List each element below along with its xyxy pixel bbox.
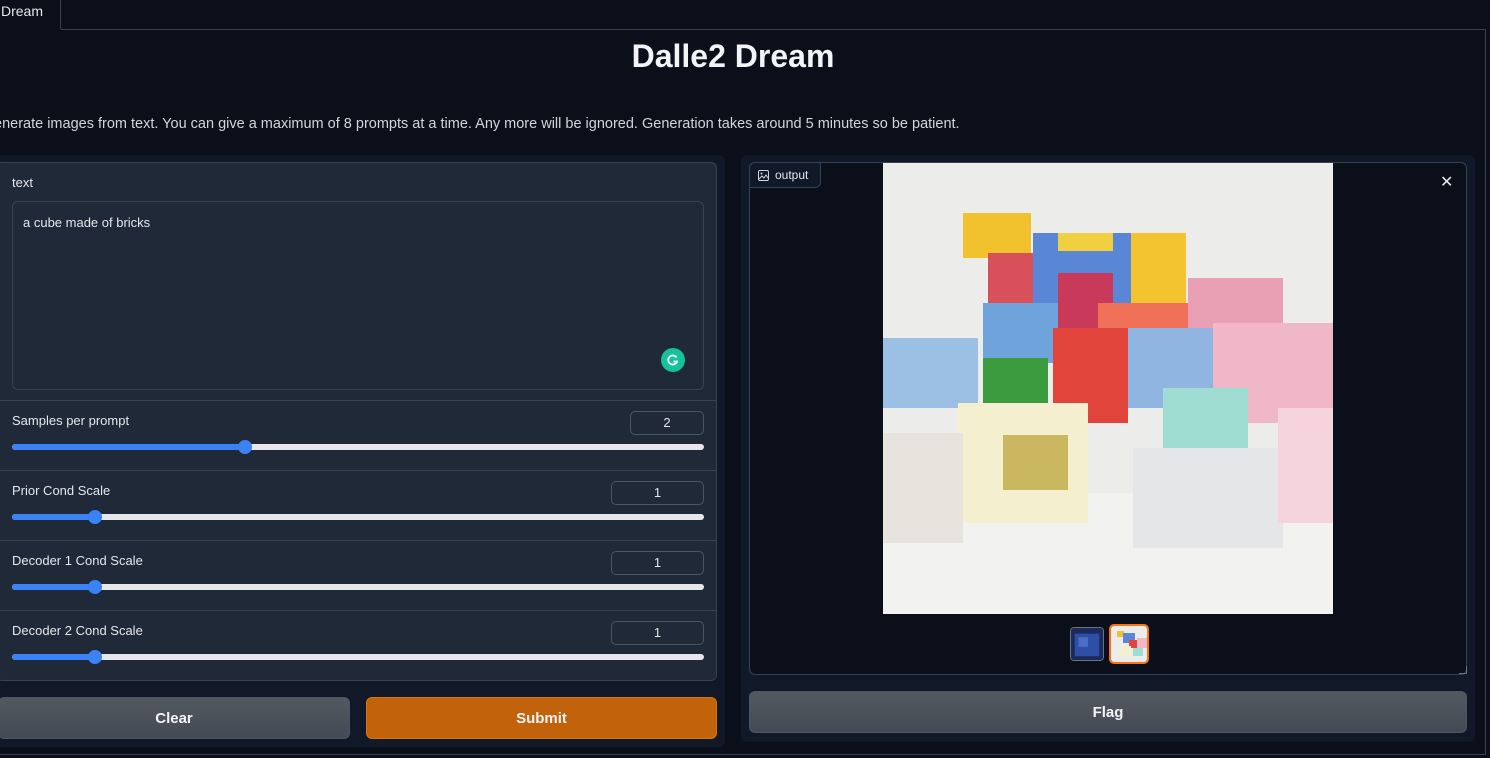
close-icon[interactable]: ✕ bbox=[1440, 172, 1453, 192]
samples-slider[interactable] bbox=[12, 440, 704, 454]
decoder1-number-input[interactable]: 1 bbox=[611, 551, 704, 575]
slider-fill bbox=[12, 444, 245, 450]
thumbnail-2-selected[interactable] bbox=[1109, 624, 1149, 664]
slider-track bbox=[12, 654, 704, 660]
decoder2-number-input[interactable]: 1 bbox=[611, 621, 704, 645]
flag-button[interactable]: Flag bbox=[749, 691, 1467, 733]
slider-fill bbox=[12, 584, 95, 590]
slider-track bbox=[12, 584, 704, 590]
slider-thumb[interactable] bbox=[88, 510, 102, 524]
output-label: output bbox=[775, 168, 809, 182]
text-input-label: text bbox=[12, 175, 33, 190]
generated-image bbox=[883, 163, 1333, 614]
separator bbox=[0, 470, 717, 471]
separator bbox=[0, 400, 717, 401]
output-label-badge: output bbox=[749, 162, 821, 188]
samples-number-input[interactable]: 2 bbox=[630, 411, 704, 435]
slider-label-prior: Prior Cond Scale bbox=[12, 483, 111, 498]
separator bbox=[0, 610, 717, 611]
resize-handle[interactable] bbox=[1459, 666, 1467, 674]
page-description: enerate images from text. You can give a… bbox=[0, 116, 960, 132]
decoder1-cond-slider[interactable] bbox=[12, 580, 704, 594]
tab-strip: Dream bbox=[0, 0, 1490, 30]
slider-track bbox=[12, 514, 704, 520]
slider-label-decoder1: Decoder 1 Cond Scale bbox=[12, 553, 143, 568]
decoder2-cond-slider[interactable] bbox=[12, 650, 704, 664]
slider-fill bbox=[12, 654, 95, 660]
clear-button[interactable]: Clear bbox=[0, 697, 350, 739]
prompt-textarea[interactable]: a cube made of bricks bbox=[12, 201, 704, 390]
slider-label-samples: Samples per prompt bbox=[12, 413, 130, 428]
slider-thumb[interactable] bbox=[88, 580, 102, 594]
frame-gap bbox=[0, 29, 61, 30]
image-icon bbox=[758, 169, 769, 181]
slider-thumb[interactable] bbox=[88, 650, 102, 664]
submit-button[interactable]: Submit bbox=[366, 697, 717, 739]
tab-dream[interactable]: Dream bbox=[0, 0, 61, 30]
slider-fill bbox=[12, 514, 95, 520]
slider-label-decoder2: Decoder 2 Cond Scale bbox=[12, 623, 143, 638]
slider-thumb[interactable] bbox=[238, 440, 252, 454]
grammarly-icon[interactable] bbox=[661, 348, 685, 372]
prior-cond-slider[interactable] bbox=[12, 510, 704, 524]
thumbnail-1[interactable] bbox=[1070, 627, 1104, 661]
separator bbox=[0, 540, 717, 541]
prior-number-input[interactable]: 1 bbox=[611, 481, 704, 505]
page-title: Dalle2 Dream bbox=[631, 38, 835, 74]
